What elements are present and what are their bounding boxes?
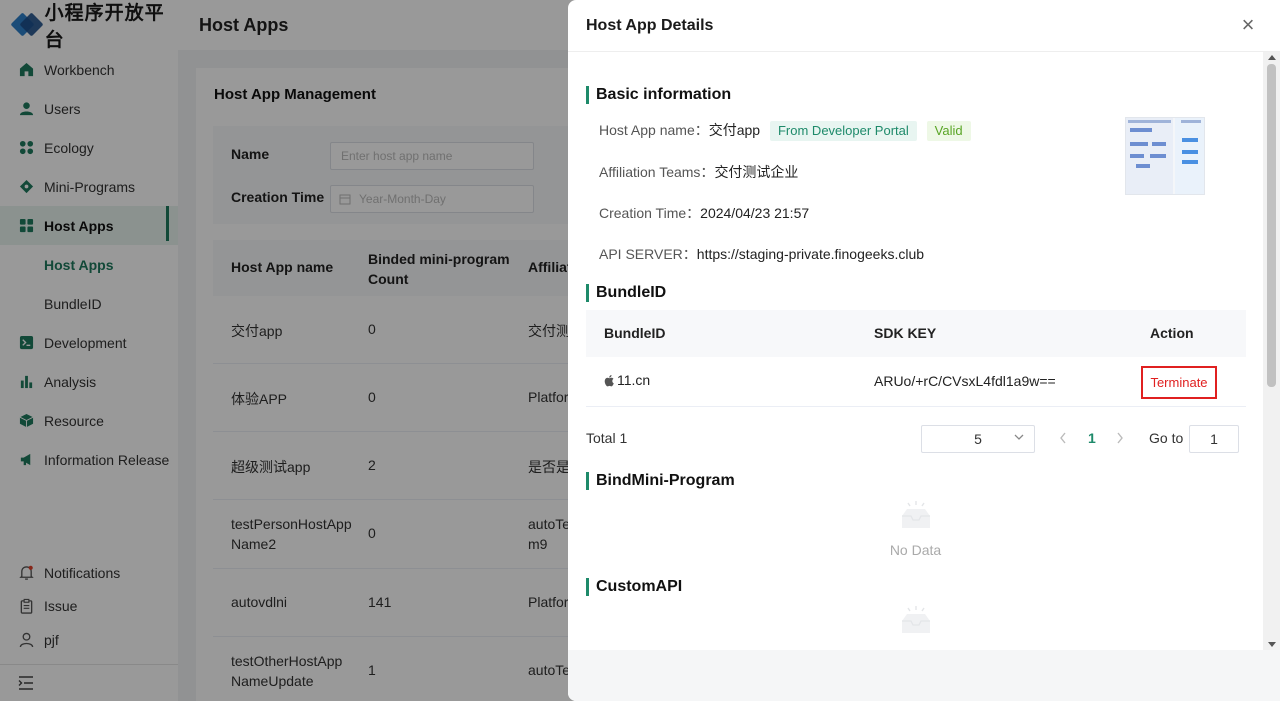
bundleid-cell: 11.cn bbox=[604, 372, 650, 388]
header-sdk-key: SDK KEY bbox=[874, 325, 937, 341]
empty-text: No Data bbox=[889, 542, 942, 558]
table-row: 11.cn ARUo/+rC/CVsxL4fdl1a9w== Terminate bbox=[586, 357, 1246, 407]
goto-label: Go to bbox=[1149, 430, 1184, 446]
goto-page-input[interactable]: 1 bbox=[1189, 425, 1239, 453]
apple-icon bbox=[604, 374, 615, 387]
bundleid-section-title: BundleID bbox=[586, 284, 666, 302]
bind-mini-program-empty: No Data bbox=[568, 500, 1263, 558]
drawer-title: Host App Details bbox=[568, 0, 1280, 52]
affiliation-row: Affiliation Teams：交付测试企业 bbox=[599, 162, 798, 182]
api-server-label: API SERVER： bbox=[599, 246, 697, 262]
host-app-details-drawer: Host App Details × Basic information Hos… bbox=[568, 0, 1280, 701]
empty-inbox-icon bbox=[898, 500, 934, 532]
host-app-preview-image[interactable] bbox=[1125, 117, 1205, 195]
host-app-name-value: 交付app bbox=[708, 122, 761, 138]
drawer-scrollbar[interactable] bbox=[1263, 52, 1280, 650]
creation-time-value: 2024/04/23 21:57 bbox=[700, 205, 810, 221]
creation-time-label: Creation Time： bbox=[599, 205, 701, 221]
bind-mini-program-title: BindMini-Program bbox=[586, 472, 735, 490]
scroll-up-icon[interactable] bbox=[1268, 55, 1276, 60]
next-page-icon[interactable] bbox=[1116, 431, 1124, 447]
affiliation-label: Affiliation Teams： bbox=[599, 164, 715, 180]
close-icon[interactable]: × bbox=[1236, 14, 1260, 38]
page-size-select[interactable]: 5 bbox=[921, 425, 1035, 453]
api-server-row: API SERVER：https://staging-private.finog… bbox=[599, 244, 924, 264]
scrollbar-thumb[interactable] bbox=[1267, 64, 1276, 387]
bundleid-table-header: BundleID SDK KEY Action bbox=[586, 310, 1246, 357]
custom-api-empty bbox=[568, 605, 1263, 647]
bundleid-value: 11.cn bbox=[617, 372, 651, 388]
chevron-down-icon bbox=[1014, 432, 1024, 445]
api-server-value: https://staging-private.finogeeks.club bbox=[696, 246, 925, 262]
empty-inbox-icon bbox=[898, 605, 934, 637]
current-page[interactable]: 1 bbox=[1088, 430, 1096, 446]
creation-time-row: Creation Time：2024/04/23 21:57 bbox=[599, 203, 809, 223]
source-tag: From Developer Portal bbox=[769, 121, 917, 141]
pagination: Total 1 5 1 Go to 1 bbox=[586, 425, 1246, 453]
status-badge: Valid bbox=[926, 121, 971, 141]
sdk-key-value[interactable]: ARUo/+rC/CVsxL4fdl1a9w== bbox=[874, 373, 1056, 389]
host-app-name-label: Host App name： bbox=[599, 122, 709, 138]
drawer-body: Basic information Host App name：交付app Fr… bbox=[568, 52, 1263, 650]
terminate-button[interactable]: Terminate bbox=[1141, 366, 1217, 399]
bundleid-table: BundleID SDK KEY Action 11.cn ARUo/+rC/C… bbox=[586, 310, 1246, 407]
header-action: Action bbox=[1150, 325, 1194, 341]
scroll-down-icon[interactable] bbox=[1268, 642, 1276, 647]
host-app-name-row: Host App name：交付app From Developer Porta… bbox=[599, 120, 971, 141]
affiliation-value: 交付测试企业 bbox=[714, 164, 799, 180]
page-size-value: 5 bbox=[974, 431, 982, 447]
header-bundleid: BundleID bbox=[604, 325, 666, 341]
drawer-footer bbox=[568, 650, 1280, 701]
custom-api-title: CustomAPI bbox=[586, 578, 682, 596]
prev-page-icon[interactable] bbox=[1059, 431, 1067, 447]
total-count: Total 1 bbox=[586, 430, 628, 446]
basic-info-title: Basic information bbox=[586, 86, 731, 104]
